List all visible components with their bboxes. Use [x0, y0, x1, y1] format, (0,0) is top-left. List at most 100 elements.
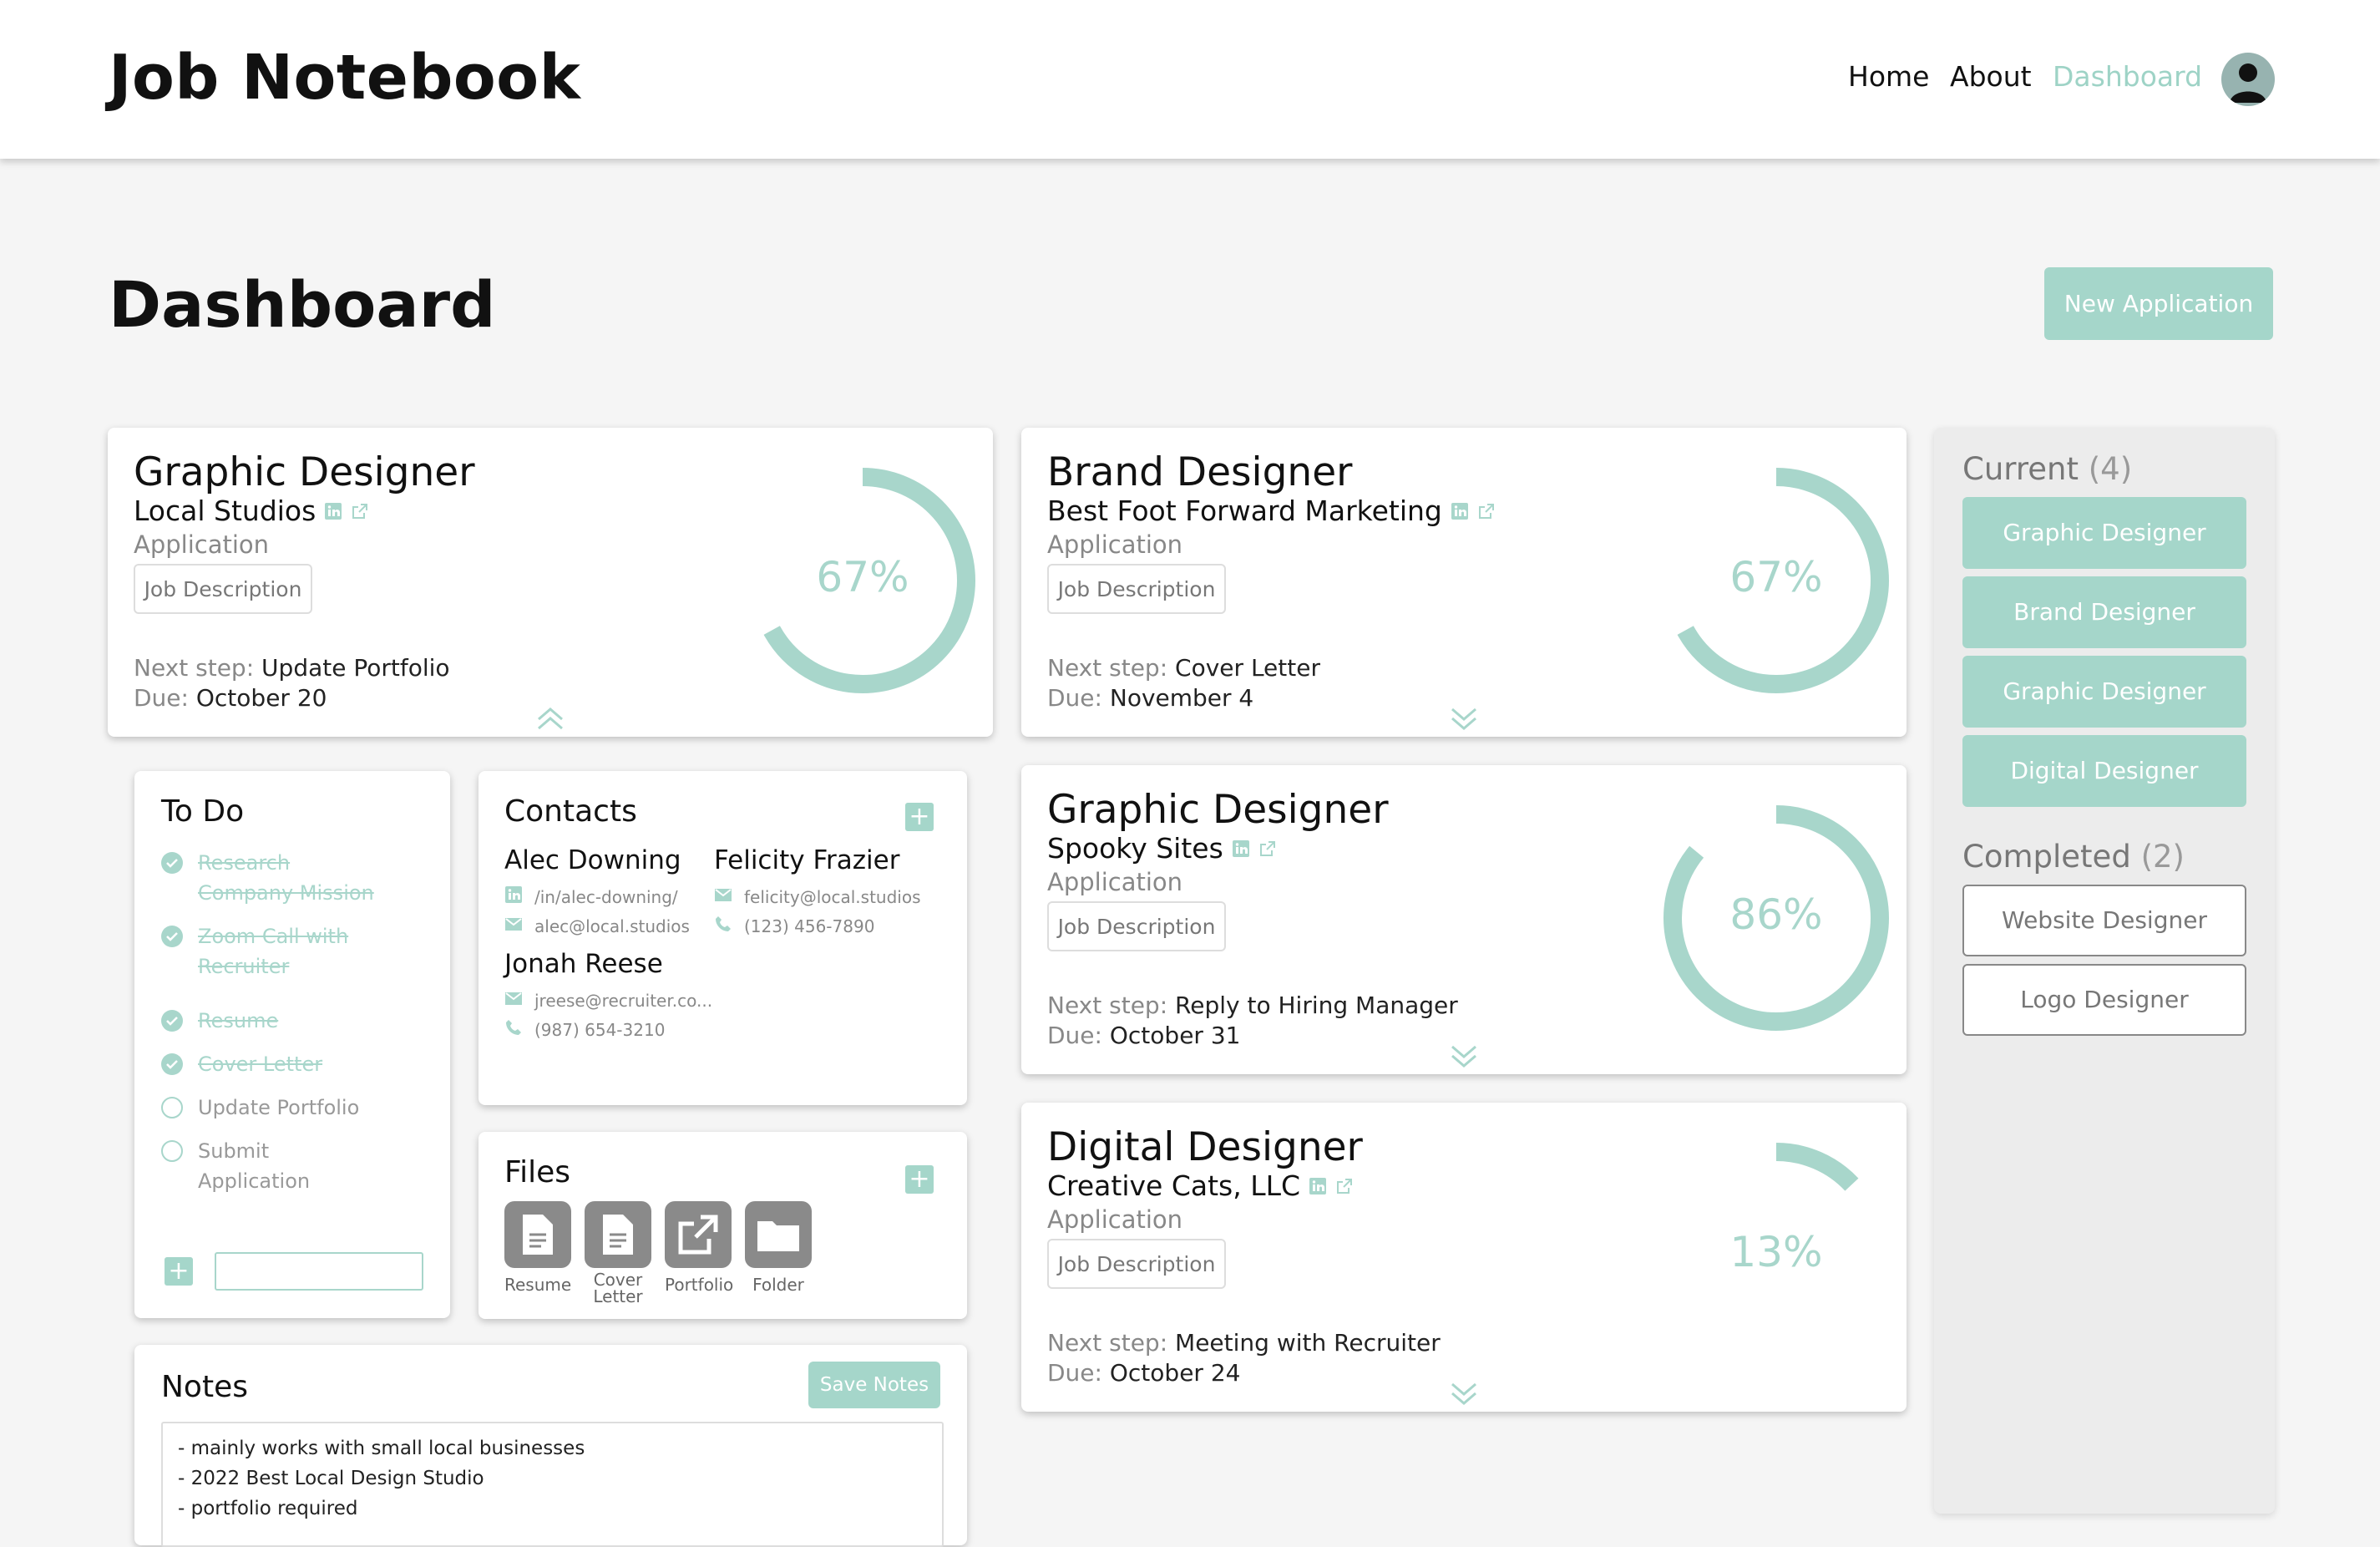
next-step: Next step: Cover Letter	[1047, 654, 1320, 682]
mail-icon	[504, 989, 523, 1012]
todo-item[interactable]: Cover Letter	[161, 1049, 387, 1079]
notes-panel: Notes Save Notes - mainly works with sma…	[134, 1345, 967, 1547]
contact-detail-text: jreese@recruiter.co...	[534, 990, 713, 1011]
sidebar-current-item[interactable]: Brand Designer	[1962, 576, 2246, 648]
unchecked-circle-icon[interactable]	[161, 1097, 183, 1118]
add-file-button[interactable]: +	[905, 1165, 934, 1194]
todo-panel: To Do Research Company Mission Zoom Call …	[134, 771, 450, 1318]
todo-text: Submit Application	[198, 1139, 311, 1193]
external-link-icon[interactable]	[1477, 495, 1496, 527]
next-step-label: Next step:	[1047, 992, 1168, 1019]
sidebar-current-item[interactable]: Digital Designer	[1962, 735, 2246, 807]
contact-detail[interactable]: /in/alec-downing/	[504, 885, 678, 908]
external-link-icon[interactable]	[351, 495, 369, 527]
file-item[interactable]: Cover Letter	[585, 1201, 651, 1305]
linkedin-icon[interactable]	[1232, 832, 1250, 865]
application-card[interactable]: Graphic Designer Local Studios Application…	[108, 428, 993, 737]
contact-detail[interactable]: felicity@local.studios	[714, 885, 921, 908]
external-link-icon[interactable]	[1335, 1169, 1354, 1202]
file-item[interactable]: Resume	[504, 1201, 571, 1293]
contact-detail-text: alec@local.studios	[534, 916, 690, 936]
progress-percent: 13%	[1729, 1228, 1823, 1276]
completed-label: Completed	[1962, 839, 2131, 875]
linkedin-icon[interactable]	[1451, 495, 1469, 527]
sidebar-completed-item[interactable]: Website Designer	[1962, 885, 2246, 956]
contact-detail[interactable]: alec@local.studios	[504, 915, 690, 937]
contact-detail[interactable]: (123) 456-7890	[714, 915, 874, 937]
company-label: Local Studios	[134, 495, 316, 527]
new-todo-input[interactable]	[215, 1252, 423, 1291]
due-date: Due: October 20	[134, 684, 327, 712]
add-contact-button[interactable]: +	[905, 803, 934, 831]
phone-icon	[714, 915, 732, 937]
job-description-button[interactable]: Job Description	[1047, 1239, 1226, 1289]
file-label: Cover Letter	[593, 1270, 643, 1306]
todo-text: Cover Letter	[198, 1052, 323, 1076]
notes-line: - portfolio required	[178, 1498, 358, 1519]
todo-text: Resume	[198, 1009, 279, 1032]
chevron-down-icon[interactable]	[1449, 1043, 1479, 1068]
job-description-button[interactable]: Job Description	[1047, 564, 1226, 614]
todo-item[interactable]: Research Company Mission	[161, 848, 387, 908]
folder-icon[interactable]	[745, 1201, 812, 1268]
due-date: Due: October 31	[1047, 1022, 1240, 1049]
linkedin-icon	[504, 885, 523, 908]
chevron-down-icon[interactable]	[1449, 706, 1479, 731]
document-icon[interactable]	[504, 1201, 571, 1268]
nav-dashboard[interactable]: Dashboard	[2053, 60, 2202, 93]
nav-about[interactable]: About	[1950, 60, 2032, 93]
company-label: Creative Cats, LLC	[1047, 1169, 1301, 1202]
checked-circle-icon[interactable]	[161, 1053, 183, 1075]
file-item[interactable]: Portfolio	[665, 1201, 734, 1295]
nav-home[interactable]: Home	[1848, 60, 1929, 93]
user-avatar-icon[interactable]	[2221, 53, 2275, 106]
file-label: Portfolio	[665, 1275, 734, 1295]
checked-circle-icon[interactable]	[161, 1010, 183, 1032]
file-label: Folder	[752, 1275, 804, 1295]
sidebar-current-item[interactable]: Graphic Designer	[1962, 656, 2246, 728]
linkedin-icon[interactable]	[1309, 1169, 1327, 1202]
contact-detail[interactable]: (987) 654-3210	[504, 1018, 665, 1041]
external-link-icon[interactable]	[1258, 832, 1277, 865]
due-label: Due:	[134, 684, 189, 712]
contact-name: Alec Downing	[504, 845, 681, 875]
add-todo-button[interactable]: +	[165, 1257, 193, 1286]
job-title: Digital Designer	[1047, 1124, 1363, 1170]
checked-circle-icon[interactable]	[161, 852, 183, 874]
application-card[interactable]: Brand Designer Best Foot Forward Marketin…	[1021, 428, 1907, 737]
next-step: Next step: Update Portfolio	[134, 654, 450, 682]
due-date: Due: October 24	[1047, 1359, 1240, 1387]
todo-item[interactable]: Update Portfolio	[161, 1093, 387, 1123]
unchecked-circle-icon[interactable]	[161, 1140, 183, 1162]
job-description-button[interactable]: Job Description	[1047, 901, 1226, 951]
files-panel: Files + Resume Cover Letter Portfolio Folde…	[479, 1132, 967, 1319]
document-icon[interactable]	[585, 1201, 651, 1268]
due-label: Due:	[1047, 684, 1102, 712]
checked-circle-icon[interactable]	[161, 926, 183, 947]
due-date: Due: November 4	[1047, 684, 1253, 712]
chevron-up-icon[interactable]	[535, 706, 565, 731]
new-application-button[interactable]: New Application	[2044, 267, 2273, 340]
app-brand[interactable]: Job Notebook	[109, 42, 580, 114]
todo-item[interactable]: Zoom Call with Recruiter	[161, 921, 387, 981]
job-description-button[interactable]: Job Description	[134, 564, 312, 614]
todo-text: Update Portfolio	[198, 1096, 360, 1119]
job-title: Graphic Designer	[134, 449, 475, 495]
file-item[interactable]: Folder	[745, 1201, 812, 1293]
external-link-icon[interactable]	[665, 1201, 732, 1268]
chevron-down-icon[interactable]	[1449, 1381, 1479, 1406]
save-notes-button[interactable]: Save Notes	[808, 1362, 940, 1408]
due-value: October 31	[1109, 1022, 1241, 1049]
application-stage: Application	[134, 530, 270, 559]
application-card[interactable]: Digital Designer Creative Cats, LLC Applic…	[1021, 1103, 1907, 1412]
application-card[interactable]: Graphic Designer Spooky Sites Application J…	[1021, 765, 1907, 1074]
sidebar-completed-item[interactable]: Logo Designer	[1962, 964, 2246, 1036]
notes-textarea[interactable]: - mainly works with small local business…	[161, 1422, 944, 1547]
todo-item[interactable]: Submit Application	[161, 1136, 387, 1196]
due-label: Due:	[1047, 1359, 1102, 1387]
todo-item[interactable]: Resume	[161, 1006, 387, 1036]
linkedin-icon[interactable]	[324, 495, 342, 527]
contact-detail[interactable]: jreese@recruiter.co...	[504, 989, 712, 1012]
current-heading: Current (4)	[1962, 451, 2132, 487]
sidebar-current-item[interactable]: Graphic Designer	[1962, 497, 2246, 569]
